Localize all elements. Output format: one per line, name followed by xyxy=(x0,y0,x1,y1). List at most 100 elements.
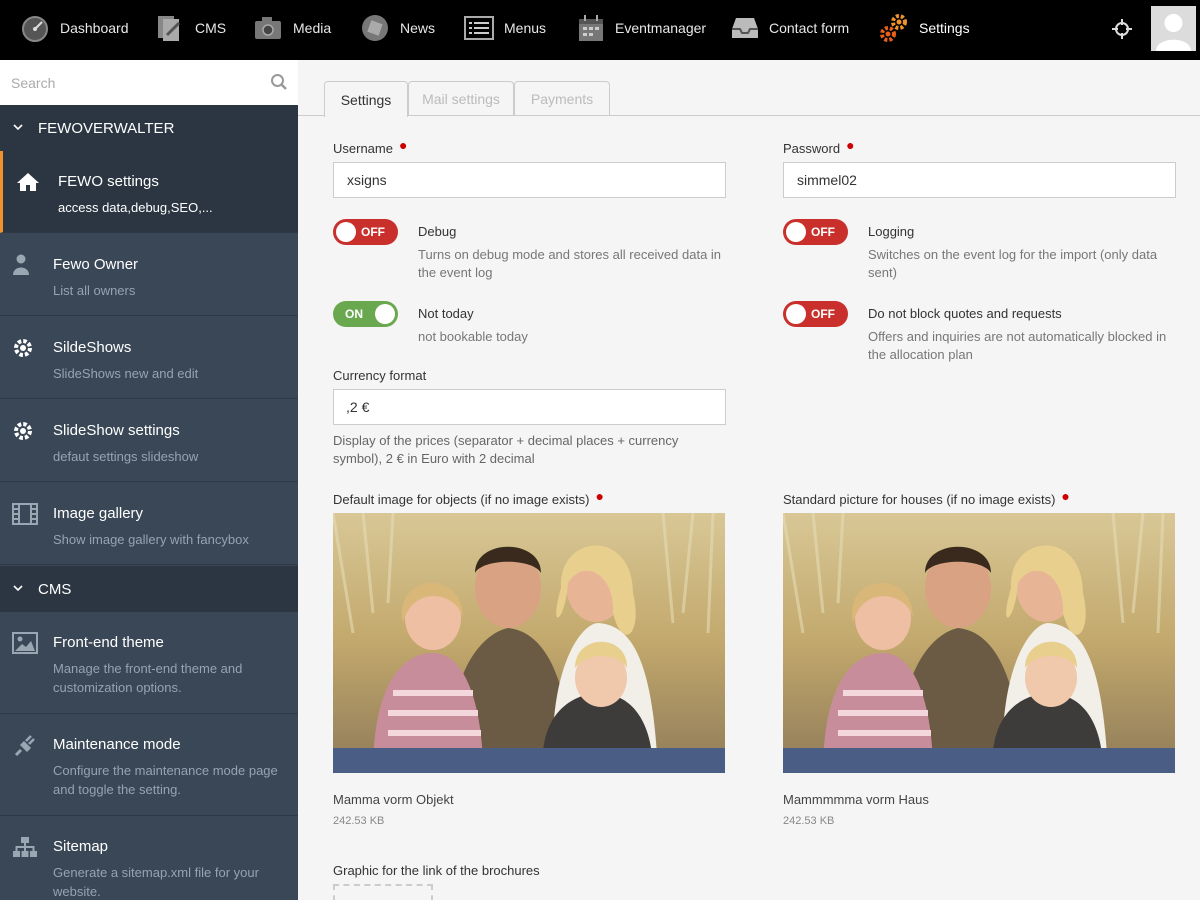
gear-icon xyxy=(14,422,32,440)
nav-contact-form[interactable]: Contact form xyxy=(731,0,849,56)
sidebar-item-slideshows[interactable]: SildeShows SlideShows new and edit xyxy=(0,317,298,399)
sidebar-item-front-end-theme[interactable]: Front-end theme Manage the front-end the… xyxy=(0,612,298,714)
username-field[interactable]: xsigns xyxy=(333,162,726,198)
gears-icon xyxy=(880,14,907,42)
password-label-text: Password xyxy=(783,141,841,156)
chevron-down-icon xyxy=(13,124,23,131)
image-icon xyxy=(12,632,38,654)
section-title: CMS xyxy=(38,580,72,598)
sidebar: FEWOVERWALTER FEWO settings access data,… xyxy=(0,60,298,900)
default-image-preview[interactable] xyxy=(333,513,725,773)
not-today-toggle[interactable]: ON xyxy=(333,301,398,327)
cms-pages-icon xyxy=(158,16,181,41)
nav-label: Contact form xyxy=(769,20,850,36)
sidebar-search xyxy=(0,60,298,105)
sitemap-icon xyxy=(13,837,37,857)
debug-toggle[interactable]: OFF xyxy=(333,219,398,245)
sidebar-section-fewoverwalter[interactable]: FEWOVERWALTER xyxy=(0,105,298,151)
nav-label: Media xyxy=(293,20,332,36)
no-block-title: Do not block quotes and requests xyxy=(868,306,1062,321)
sidebar-item-title: Fewo Owner xyxy=(53,256,139,273)
sidebar-item-subtitle: SlideShows new and edit xyxy=(53,366,199,381)
toggle-state: OFF xyxy=(361,225,385,239)
tab-payments[interactable]: Payments xyxy=(514,81,610,116)
sidebar-item-title: Sitemap xyxy=(53,838,109,855)
user-icon xyxy=(13,254,29,275)
brochure-graphic-dropzone[interactable] xyxy=(333,884,433,900)
logging-title: Logging xyxy=(868,224,915,239)
nav-label: Dashboard xyxy=(60,20,129,36)
default-image-filename: Mamma vorm Objekt xyxy=(333,792,454,807)
sidebar-item-fewo-owner[interactable]: Fewo Owner List all owners xyxy=(0,234,298,316)
debug-description: Turns on debug mode and stores all recei… xyxy=(418,247,722,280)
search-icon[interactable] xyxy=(270,73,288,91)
house-image-filesize: 242.53 KB xyxy=(783,815,835,827)
house-image-preview[interactable] xyxy=(783,513,1175,773)
avatar-silhouette-icon xyxy=(1151,6,1196,51)
sidebar-item-fewo-settings[interactable]: FEWO settings access data,debug,SEO,... xyxy=(0,151,298,233)
house-image-label: Standard picture for houses (if no image… xyxy=(783,488,1070,507)
search-input[interactable] xyxy=(0,60,260,105)
default-image-filesize: 242.53 KB xyxy=(333,815,385,827)
home-icon xyxy=(17,173,39,191)
gauge-icon xyxy=(22,16,48,42)
no-block-toggle[interactable]: OFF xyxy=(783,301,848,327)
film-icon xyxy=(12,503,38,525)
sidebar-section-cms[interactable]: CMS xyxy=(0,566,298,612)
tab-mail-settings[interactable]: Mail settings xyxy=(408,81,514,116)
sidebar-item-subtitle: List all owners xyxy=(53,283,136,298)
not-today-title: Not today xyxy=(418,306,474,321)
toggle-state: OFF xyxy=(811,307,835,321)
tabs-divider xyxy=(298,115,1200,116)
sidebar-item-subtitle: Configure the maintenance mode page and … xyxy=(53,763,278,797)
sidebar-item-image-gallery[interactable]: Image gallery Show image gallery with fa… xyxy=(0,483,298,565)
sidebar-item-subtitle: Generate a sitemap.xml file for your web… xyxy=(53,865,259,899)
nav-media[interactable]: Media xyxy=(253,0,331,56)
sidebar-item-title: FEWO settings xyxy=(58,173,159,190)
logging-toggle[interactable]: OFF xyxy=(783,219,848,245)
password-field[interactable]: simmel02 xyxy=(783,162,1176,198)
toggle-state: ON xyxy=(345,307,363,321)
toggle-state: OFF xyxy=(811,225,835,239)
tab-settings[interactable]: Settings xyxy=(324,81,408,117)
crosshair-icon[interactable] xyxy=(1110,17,1134,41)
toggle-knob xyxy=(786,222,806,242)
sidebar-item-maintenance-mode[interactable]: Maintenance mode Configure the maintenan… xyxy=(0,714,298,816)
no-block-description: Offers and inquiries are not automatical… xyxy=(868,329,1167,362)
section-title: FEWOVERWALTER xyxy=(38,119,175,137)
nav-settings[interactable]: Settings xyxy=(879,0,970,56)
debug-title: Debug xyxy=(418,224,457,239)
required-marker: ● xyxy=(595,488,604,504)
sidebar-item-sitemap[interactable]: Sitemap Generate a sitemap.xml file for … xyxy=(0,816,298,900)
nav-eventmanager[interactable]: Eventmanager xyxy=(577,0,706,56)
camera-icon xyxy=(255,17,281,39)
sidebar-item-subtitle: Manage the front-end theme and customiza… xyxy=(53,661,243,695)
brochure-graphic-label: Graphic for the link of the brochures xyxy=(333,863,540,878)
sidebar-item-slideshow-settings[interactable]: SlideShow settings defaut settings slide… xyxy=(0,400,298,482)
username-label: Username ● xyxy=(333,137,408,156)
logging-description: Switches on the event log for the import… xyxy=(868,247,1158,280)
nav-menus[interactable]: Menus xyxy=(464,0,546,56)
username-label-text: Username xyxy=(333,141,393,156)
user-avatar[interactable] xyxy=(1151,6,1196,51)
nav-dashboard[interactable]: Dashboard xyxy=(20,0,129,56)
required-marker: ● xyxy=(398,137,408,153)
sidebar-item-subtitle: Show image gallery with fancybox xyxy=(53,532,249,547)
currency-help-text: Display of the prices (separator + decim… xyxy=(333,433,679,466)
sidebar-item-subtitle: defaut settings slideshow xyxy=(53,449,199,464)
currency-label: Currency format xyxy=(333,368,427,383)
house-image-label-text: Standard picture for houses (if no image… xyxy=(783,492,1056,507)
news-icon xyxy=(362,15,388,41)
nav-label: Settings xyxy=(919,20,970,36)
gear-icon xyxy=(14,339,32,357)
main-content: Settings Mail settings Payments Username… xyxy=(298,60,1200,900)
family-photo-image xyxy=(333,513,725,773)
nav-news[interactable]: News xyxy=(360,0,435,56)
not-today-description: not bookable today xyxy=(418,329,528,344)
nav-label: Eventmanager xyxy=(615,20,707,36)
inbox-icon xyxy=(732,18,758,38)
currency-format-field[interactable]: ,2 € xyxy=(333,389,726,425)
toggle-knob xyxy=(786,304,806,324)
nav-cms[interactable]: CMS xyxy=(155,0,226,56)
menu-list-icon xyxy=(464,16,494,40)
